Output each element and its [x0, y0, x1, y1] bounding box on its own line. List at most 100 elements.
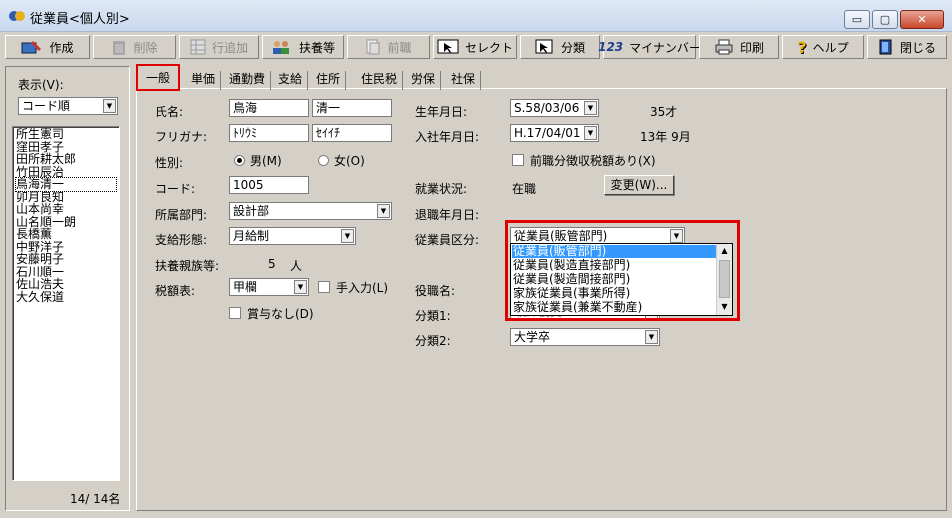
- close-window-button[interactable]: ✕: [900, 10, 944, 29]
- prev-job-label: 前職: [387, 40, 412, 55]
- manual-input-checkbox[interactable]: [318, 281, 330, 293]
- chevron-down-icon: ▼: [377, 204, 390, 218]
- employee-count: 14/ 14名: [70, 492, 121, 506]
- minimize-button[interactable]: ▭: [844, 10, 870, 29]
- classify-icon: [535, 39, 553, 54]
- paytype-value: 月給制: [233, 229, 270, 243]
- gender-female-label: 女(O): [334, 154, 365, 168]
- code-field[interactable]: 1005: [229, 176, 309, 194]
- chevron-down-icon: ▼: [584, 126, 597, 140]
- list-item[interactable]: 佐山浩夫: [16, 278, 116, 291]
- birth-date-select[interactable]: S.58/03/06 ▼: [510, 99, 599, 117]
- dept-select[interactable]: 設計部 ▼: [229, 202, 392, 220]
- select-icon: [437, 39, 459, 54]
- app-icon: [9, 11, 25, 21]
- list-item[interactable]: 鳥海清一: [15, 177, 117, 192]
- birth-value: S.58/03/06: [514, 101, 580, 115]
- sort-select[interactable]: コード順 ▼: [18, 97, 118, 115]
- display-label: 表示(V):: [18, 78, 64, 92]
- list-item[interactable]: 所生憲司: [16, 128, 116, 141]
- no-bonus-checkbox[interactable]: [229, 307, 241, 319]
- paytype-label: 支給形態:: [155, 233, 208, 247]
- tenure-value: 13年 9月: [640, 130, 691, 144]
- gender-female-radio[interactable]: [318, 155, 329, 166]
- classify-button[interactable]: 分類: [520, 35, 600, 59]
- class2-select[interactable]: 大学卒 ▼: [510, 328, 660, 346]
- class2-value: 大学卒: [514, 330, 551, 344]
- toolbar: 作成 削除 行追加 扶養等 前職 セレクト 分類 123 マイナンバー 印刷 ?…: [0, 33, 952, 61]
- add-row-button[interactable]: 行追加: [179, 35, 259, 59]
- position-label: 役職名:: [415, 284, 456, 298]
- employment-label: 就業状況:: [415, 182, 468, 196]
- emp-class-label: 従業員区分:: [415, 233, 480, 247]
- printer-icon: [715, 39, 733, 55]
- delete-button[interactable]: 削除: [93, 35, 176, 59]
- tab-general[interactable]: 一般: [136, 64, 181, 91]
- prevjob-tax-checkbox[interactable]: [512, 154, 524, 166]
- window-title: 従業員<個人別>: [30, 12, 130, 27]
- tab-address[interactable]: 住所: [311, 71, 347, 90]
- code-label: コード:: [155, 182, 196, 196]
- manual-input-label: 手入力(L): [336, 281, 389, 295]
- list-item[interactable]: 大久保道: [16, 290, 116, 304]
- hire-date-select[interactable]: H.17/04/01 ▼: [510, 124, 599, 142]
- employee-list[interactable]: 所生憲司 窪田孝子 田所耕太郎 竹田辰治 鳥海清一 卯月良知 山本尚幸 山名順一朗 長橋薫 中野洋…: [12, 126, 120, 481]
- name-first-field[interactable]: 清一: [312, 99, 392, 117]
- taxtable-select[interactable]: 甲欄 ▼: [229, 278, 309, 296]
- select-button[interactable]: セレクト: [433, 35, 517, 59]
- mynumber-icon: 123: [598, 40, 624, 54]
- document-icon: [366, 39, 380, 55]
- hire-label: 入社年月日:: [415, 130, 480, 144]
- add-row-label: 行追加: [211, 40, 248, 55]
- gender-male-label: 男(M): [250, 154, 282, 168]
- mynumber-button[interactable]: 123 マイナンバー: [598, 35, 701, 59]
- chevron-down-icon: ▼: [341, 229, 354, 243]
- employment-value: 在職: [512, 182, 537, 196]
- change-button[interactable]: 変更(W)...: [604, 175, 674, 195]
- paytype-select[interactable]: 月給制 ▼: [229, 227, 356, 245]
- tab-commute[interactable]: 通勤費: [224, 71, 272, 90]
- furigana-label: フリガナ:: [155, 130, 208, 144]
- dept-label: 所属部門:: [155, 208, 208, 222]
- prev-job-button[interactable]: 前職: [347, 35, 430, 59]
- delete-label: 削除: [133, 40, 158, 55]
- help-button[interactable]: ? ヘルプ: [782, 35, 864, 59]
- dependents-count-label: 扶養親族等:: [155, 259, 220, 273]
- furigana-last-field[interactable]: ﾄﾘｳﾐ: [229, 124, 309, 142]
- tab-social-insurance[interactable]: 社保: [446, 71, 482, 90]
- class2-label: 分類2:: [415, 334, 451, 348]
- maximize-button[interactable]: ▢: [872, 10, 898, 29]
- tab-payment[interactable]: 支給: [273, 71, 309, 90]
- chevron-down-icon: ▼: [103, 99, 116, 113]
- chevron-down-icon: ▼: [584, 101, 597, 115]
- tab-labor-insurance[interactable]: 労保: [406, 71, 442, 90]
- list-item[interactable]: 安藤明子: [16, 253, 116, 266]
- dept-value: 設計部: [233, 204, 270, 218]
- gender-label: 性別:: [155, 156, 184, 170]
- taxtable-value: 甲欄: [233, 280, 258, 294]
- title-bar: 従業員<個人別> ▭ ▢ ✕: [0, 0, 952, 32]
- list-item[interactable]: 田所耕太郎: [16, 153, 116, 166]
- no-bonus-label: 賞与なし(D): [247, 307, 314, 321]
- list-item[interactable]: 山本尚幸: [16, 203, 116, 216]
- furigana-first-field[interactable]: ｾｲｲﾁ: [312, 124, 392, 142]
- tab-unit-price[interactable]: 単価: [186, 71, 222, 90]
- class1-label: 分類1:: [415, 309, 451, 323]
- print-button[interactable]: 印刷: [699, 35, 779, 59]
- birth-label: 生年月日:: [415, 105, 468, 119]
- create-icon: [21, 41, 42, 54]
- create-button[interactable]: 作成: [5, 35, 90, 59]
- classify-label: 分類: [560, 40, 585, 55]
- help-icon: ?: [797, 37, 807, 57]
- people-icon: [272, 41, 289, 54]
- chevron-down-icon: ▼: [645, 330, 658, 344]
- emp-class-highlight: [505, 220, 740, 321]
- close-button[interactable]: 閉じる: [867, 35, 947, 59]
- tab-resident-tax[interactable]: 住民税: [356, 71, 404, 90]
- name-label: 氏名:: [155, 105, 184, 119]
- gender-male-radio[interactable]: [234, 155, 245, 166]
- dependents-button[interactable]: 扶養等: [262, 35, 344, 59]
- age-value: 35才: [650, 105, 678, 119]
- list-item[interactable]: 長橋薫: [16, 228, 116, 241]
- name-last-field[interactable]: 鳥海: [229, 99, 309, 117]
